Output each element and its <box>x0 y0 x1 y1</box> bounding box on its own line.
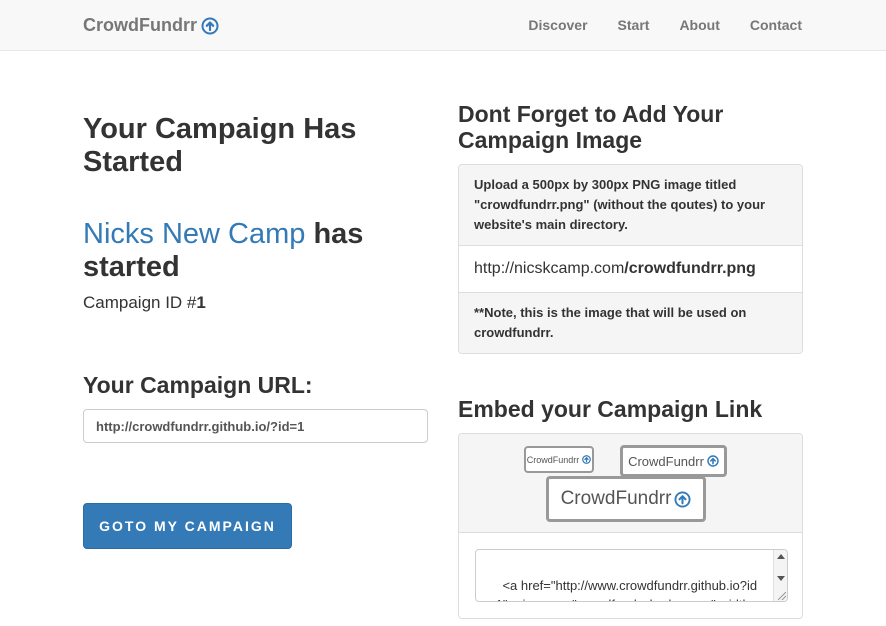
image-instructions: Upload a 500px by 300px PNG image titled… <box>459 165 802 246</box>
brand-name: CrowdFundrr <box>83 15 197 35</box>
embed-code-text: <a href="http://www.crowdfundrr.github.i… <box>488 578 758 601</box>
page-title: Your Campaign Has Started <box>83 113 357 178</box>
campaign-id: Campaign ID #1 <box>83 293 206 313</box>
badge-medium[interactable]: CrowdFundrr <box>620 445 727 477</box>
badge-small-label: CrowdFundrr <box>526 454 580 465</box>
image-url-file: /crowdfundrr.png <box>624 260 756 277</box>
goto-campaign-button[interactable]: GOTO MY CAMPAIGN <box>83 503 292 549</box>
image-note: **Note, this is the image that will be u… <box>459 293 802 353</box>
embed-heading: Embed your Campaign Link <box>458 396 763 422</box>
embed-code-textarea[interactable]: <a href="http://www.crowdfundrr.github.i… <box>475 549 788 602</box>
scroll-up-icon[interactable] <box>777 554 785 559</box>
campaign-id-value: 1 <box>196 293 206 312</box>
badge-large[interactable]: CrowdFundrr <box>546 476 706 522</box>
navbar: CrowdFundrr Discover Start About Contact <box>0 0 886 51</box>
arrow-up-circle-icon <box>201 17 219 34</box>
badge-large-label: CrowdFundrr <box>560 488 672 509</box>
badge-options: CrowdFundrr CrowdFundrr CrowdFundrr <box>459 434 802 533</box>
brand-logo[interactable]: CrowdFundrr <box>83 15 219 36</box>
campaign-id-label: Campaign ID # <box>83 293 197 312</box>
nav-link-contact[interactable]: Contact <box>750 17 802 33</box>
nav-link-about[interactable]: About <box>679 17 719 33</box>
nav-link-discover[interactable]: Discover <box>528 17 587 33</box>
image-instructions-list: Upload a 500px by 300px PNG image titled… <box>458 164 803 354</box>
campaign-name-link[interactable]: Nicks New Camp <box>83 218 305 250</box>
embed-panel: CrowdFundrr CrowdFundrr CrowdFundrr <a h… <box>458 433 803 619</box>
arrow-up-circle-icon <box>582 455 592 464</box>
nav-link-start[interactable]: Start <box>618 17 650 33</box>
scroll-down-icon[interactable] <box>777 576 785 581</box>
arrow-up-circle-icon <box>707 455 719 467</box>
badge-medium-label: CrowdFundrr <box>628 453 704 469</box>
campaign-url-input[interactable] <box>83 409 428 443</box>
campaign-image-heading: Dont Forget to Add Your Campaign Image <box>458 101 724 153</box>
resize-handle-icon[interactable] <box>778 592 786 600</box>
nav-links: Discover Start About Contact <box>528 17 802 33</box>
arrow-up-circle-icon <box>674 490 691 508</box>
campaign-url-heading: Your Campaign URL: <box>83 372 313 398</box>
image-url: http://nicskcamp.com/crowdfundrr.png <box>459 246 802 293</box>
image-url-prefix: http://nicskcamp.com <box>474 260 625 277</box>
campaign-started-line: Nicks New Camp has started <box>83 218 423 284</box>
badge-small[interactable]: CrowdFundrr <box>524 446 594 473</box>
